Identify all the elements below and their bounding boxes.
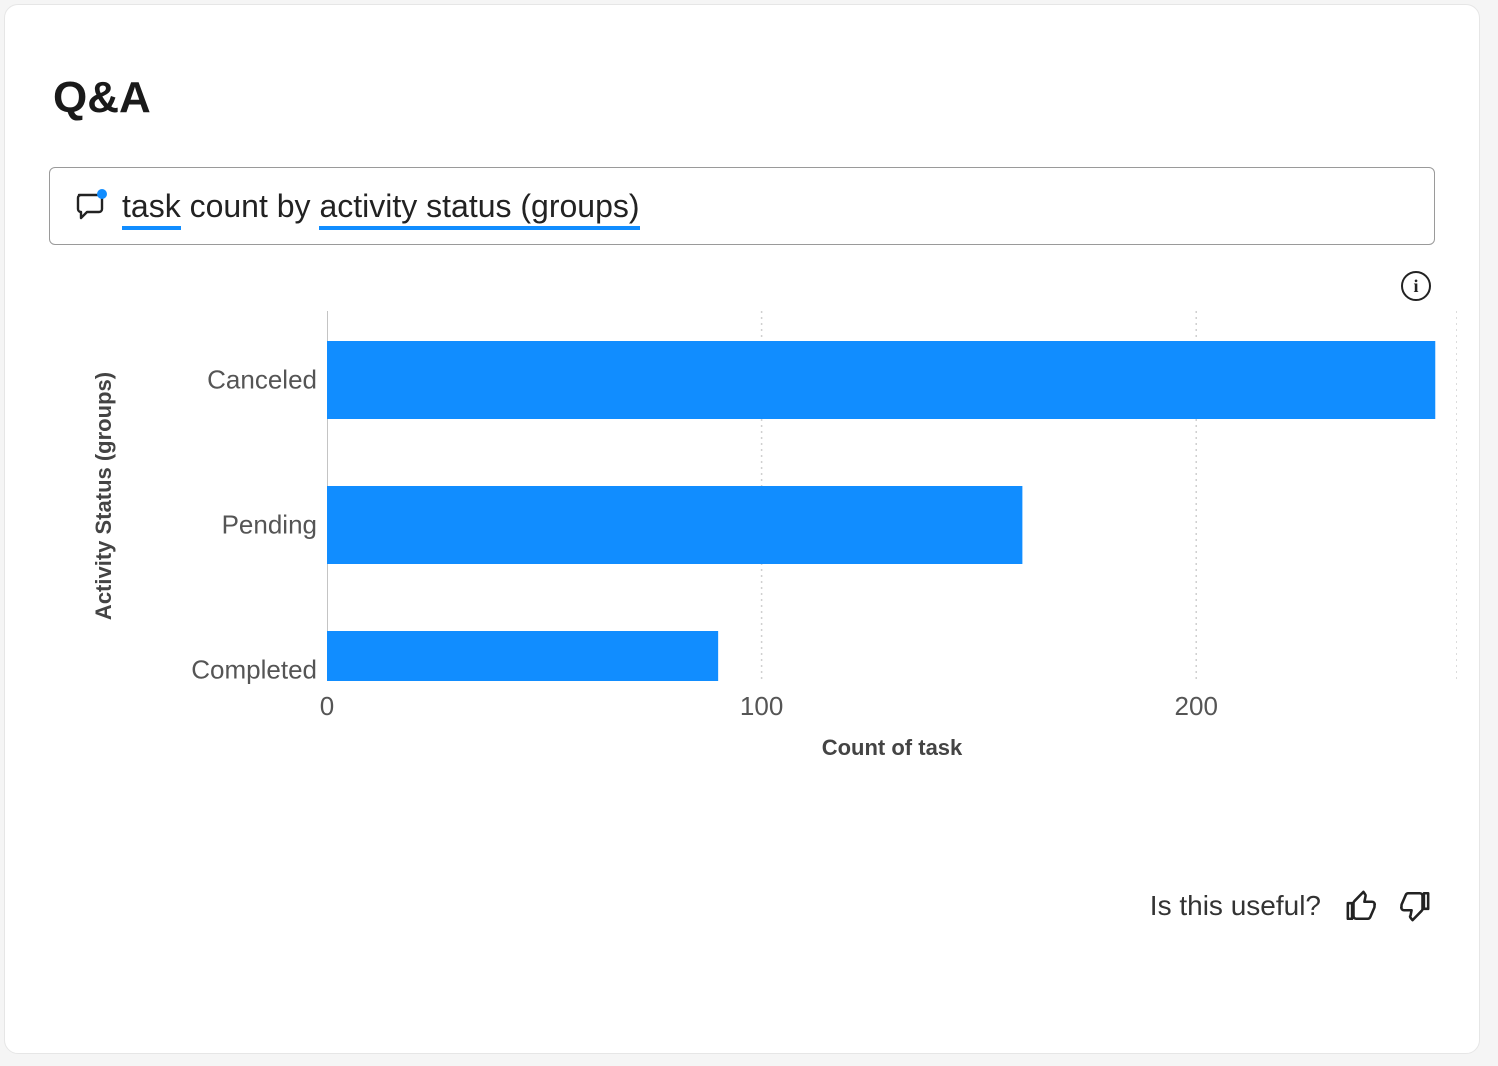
query-mid: count by: [190, 188, 311, 224]
chart-plot-area: [327, 311, 1457, 681]
feedback-prompt: Is this useful?: [1150, 890, 1321, 922]
x-tick-label: 200: [1175, 691, 1218, 722]
bar[interactable]: [327, 631, 718, 681]
category-label: Canceled: [129, 365, 317, 396]
page-title: Q&A: [53, 73, 1435, 123]
x-axis-tick-labels: 0100200: [327, 691, 1457, 727]
y-axis-title: Activity Status (groups): [89, 311, 119, 681]
category-label: Completed: [129, 655, 317, 686]
x-tick-label: 0: [320, 691, 334, 722]
thumbs-down-icon[interactable]: [1397, 889, 1431, 923]
query-term-activity-status: activity status (groups): [319, 188, 639, 230]
query-input-box[interactable]: task count by activity status (groups): [49, 167, 1435, 245]
bar[interactable]: [327, 341, 1435, 419]
category-label: Pending: [129, 510, 317, 541]
info-icon[interactable]: i: [1401, 271, 1431, 301]
x-tick-label: 100: [740, 691, 783, 722]
thumbs-up-icon[interactable]: [1345, 889, 1379, 923]
x-axis-title: Count of task: [327, 735, 1457, 761]
bar[interactable]: [327, 486, 1022, 564]
y-axis-tick-labels: CanceledPendingCompleted: [129, 311, 317, 681]
query-text: task count by activity status (groups): [122, 188, 640, 225]
feedback-row: Is this useful?: [1150, 889, 1431, 923]
query-term-task: task: [122, 188, 181, 230]
speech-bubble-icon: [74, 189, 108, 223]
qa-card: Q&A task count by activity status (group…: [4, 4, 1480, 1054]
bar-chart: Activity Status (groups) Canceled Pending…: [49, 311, 1435, 791]
